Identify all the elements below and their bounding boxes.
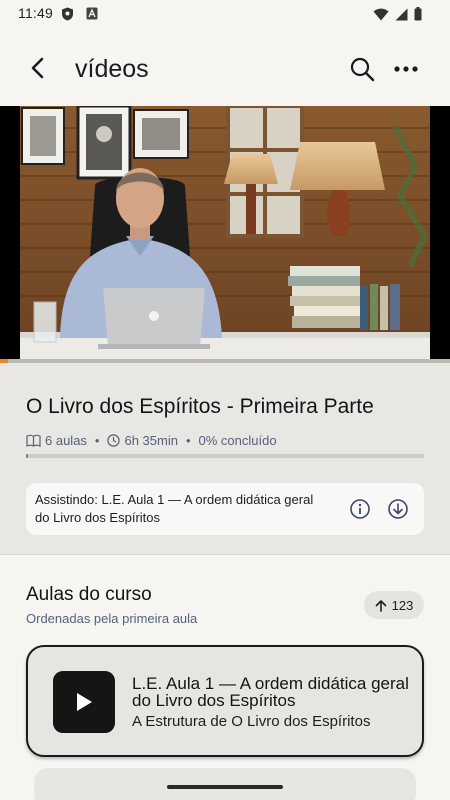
more-dots-icon (394, 66, 418, 72)
video-player[interactable] (0, 106, 450, 359)
clock-icon (107, 434, 121, 447)
more-options-button[interactable] (392, 55, 420, 83)
wifi-icon (373, 8, 389, 20)
home-indicator[interactable] (167, 785, 283, 789)
play-icon (77, 693, 92, 711)
battery-icon (414, 7, 422, 21)
info-button[interactable] (348, 497, 372, 521)
download-icon (388, 499, 408, 519)
play-button[interactable] (53, 671, 115, 733)
search-button[interactable] (348, 55, 376, 83)
app-bar: vídeos (0, 28, 450, 106)
lessons-section-title: Aulas do curso (26, 584, 152, 605)
arrow-back-icon (31, 57, 44, 79)
app-notification-icon (86, 7, 98, 20)
lessons-section-subtitle: Ordenadas pela primeira aula (26, 611, 198, 626)
sort-count: 123 (391, 597, 414, 613)
info-icon (350, 499, 370, 519)
video-frame-image (0, 106, 450, 359)
arrow-up-icon (375, 599, 386, 612)
signal-icon (395, 8, 408, 20)
now-watching-card[interactable]: Assistindo: L.E. Aula 1 — A ordem didáti… (26, 483, 424, 535)
course-duration: 6h 35min (124, 433, 178, 448)
course-completion: 0% concluído (198, 433, 277, 448)
course-title: O Livro dos Espíritos - Primeira Parte (26, 395, 374, 418)
lesson-subtitle: A Estrutura de O Livro dos Espíritos (132, 713, 371, 730)
course-meta: 6 aulas • 6h 35min • 0% concluído (26, 433, 277, 448)
search-icon (350, 57, 375, 82)
course-info-panel: O Livro dos Espíritos - Primeira Parte 6… (0, 363, 450, 555)
status-bar: 11:49 (0, 0, 450, 28)
lesson-title: L.E. Aula 1 — A ordem didática geral do … (132, 674, 409, 710)
book-icon (26, 434, 41, 447)
separator-dot: • (94, 433, 100, 448)
shield-icon (62, 7, 73, 21)
page-title: vídeos (75, 55, 149, 83)
separator-dot: • (185, 433, 191, 448)
back-button[interactable] (24, 54, 52, 82)
status-time: 11:49 (18, 5, 53, 21)
lesson-card-current[interactable]: L.E. Aula 1 — A ordem didática geral do … (26, 645, 424, 757)
lesson-card-next[interactable] (34, 768, 416, 800)
download-button[interactable] (386, 497, 410, 521)
course-progress-bar (26, 454, 424, 458)
sort-chip[interactable]: 123 (364, 591, 424, 619)
course-progress-fill (26, 454, 28, 458)
lessons-count: 6 aulas (45, 433, 87, 448)
now-watching-text: Assistindo: L.E. Aula 1 — A ordem didáti… (35, 492, 314, 525)
